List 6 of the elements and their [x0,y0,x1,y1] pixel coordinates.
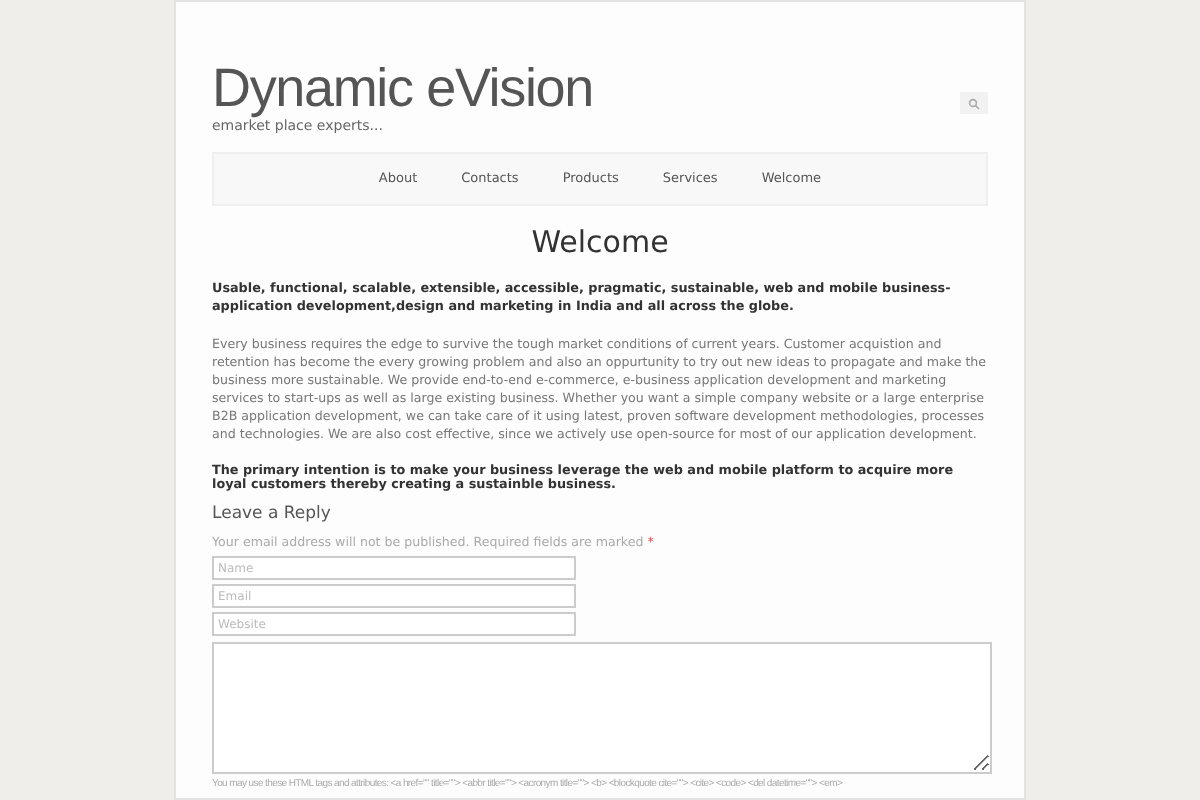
site-title[interactable]: Dynamic eVision [212,62,593,116]
page-title: Welcome [529,222,671,262]
reply-heading: Leave a Reply [212,502,333,526]
comment-field[interactable] [212,642,992,774]
search-button[interactable] [960,92,988,114]
search-icon [968,97,980,109]
